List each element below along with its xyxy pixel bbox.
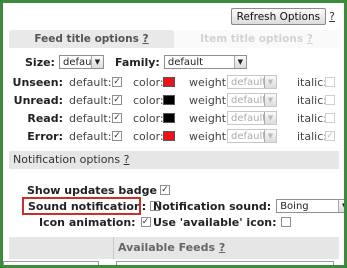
color-label: color: xyxy=(133,129,164,143)
weight-select-value: default xyxy=(231,76,264,88)
weight-select-value: default xyxy=(231,130,264,142)
family-label: Family: xyxy=(114,55,160,69)
italic-checkbox[interactable]: ✓ xyxy=(325,131,335,141)
color-swatch[interactable] xyxy=(163,95,175,105)
italic-checkbox[interactable] xyxy=(325,113,335,123)
italic-label: italic: xyxy=(297,75,327,89)
default-label: default: xyxy=(69,111,112,125)
weight-select-value: default xyxy=(231,112,264,124)
style-row-error: Error: default: ✓ color: weight: default… xyxy=(9,128,339,144)
tab-help-link[interactable]: ? xyxy=(143,33,149,45)
notification-sound-row: Notification sound: Boing ▼ xyxy=(153,199,344,213)
tab-help-link[interactable]: ? xyxy=(307,33,313,45)
italic-checkbox[interactable] xyxy=(325,77,335,87)
weight-select[interactable]: default ▼ xyxy=(227,75,277,89)
notification-help-link[interactable]: ? xyxy=(124,153,130,166)
italic-label: italic: xyxy=(297,129,327,143)
icon-animation-checkbox[interactable]: ✓ xyxy=(140,217,151,227)
weight-label: weight: xyxy=(189,129,230,143)
font-row: Size: default ▼ Family: default ▼ xyxy=(25,55,247,69)
notification-sound-label: Notification sound: xyxy=(153,199,272,213)
refresh-options-button[interactable]: Refresh Options xyxy=(230,8,327,25)
highlight-box xyxy=(22,197,141,215)
default-checkbox[interactable]: ✓ xyxy=(112,131,122,141)
show-updates-badge-row: Show updates badge ✓ xyxy=(27,183,170,197)
available-feeds-help-link[interactable]: ? xyxy=(219,241,225,254)
chevron-down-icon: ▼ xyxy=(264,94,276,106)
notification-options-header: Notification options ? xyxy=(9,151,339,169)
weight-select[interactable]: default ▼ xyxy=(227,129,277,143)
tab-label: Item title options xyxy=(200,33,304,45)
default-label: default: xyxy=(69,129,112,143)
color-swatch[interactable] xyxy=(163,131,175,141)
size-select-value: default xyxy=(62,56,91,68)
notification-sound-value: Boing xyxy=(280,200,309,212)
weight-select[interactable]: default ▼ xyxy=(227,93,277,107)
weight-select-value: default xyxy=(231,94,264,106)
feeds-left-list[interactable] xyxy=(3,261,99,265)
options-window: Refresh Options ? Feed title options ? I… xyxy=(0,0,347,268)
tab-item-title-options[interactable]: Item title options ? xyxy=(174,30,339,48)
available-feeds-title: Available Feeds xyxy=(118,241,216,254)
family-select[interactable]: default ▼ xyxy=(163,55,247,69)
notification-sound-select[interactable]: Boing ▼ xyxy=(276,199,344,213)
default-checkbox[interactable]: ✓ xyxy=(112,95,122,105)
available-feeds-header: Available Feeds ? xyxy=(9,237,339,259)
top-toolbar: Refresh Options ? xyxy=(230,8,335,25)
row-label: Unseen: xyxy=(12,75,63,89)
chevron-down-icon: ▼ xyxy=(264,76,276,88)
style-row-read: Read: default: ✓ color: weight: default … xyxy=(9,110,339,126)
row-label: Error: xyxy=(27,129,63,143)
weight-label: weight: xyxy=(189,93,230,107)
weight-label: weight: xyxy=(189,75,230,89)
use-available-icon-row: Use 'available' icon: xyxy=(153,215,291,229)
style-row-unread: Unread: default: ✓ color: weight: defaul… xyxy=(9,92,339,108)
icon-animation-label: Icon animation: xyxy=(39,215,136,229)
default-label: default: xyxy=(69,75,112,89)
default-label: default: xyxy=(69,93,112,107)
chevron-down-icon: ▼ xyxy=(233,56,246,68)
tab-feed-title-options[interactable]: Feed title options ? xyxy=(9,30,174,48)
italic-label: italic: xyxy=(297,93,327,107)
tab-bar: Feed title options ? Item title options … xyxy=(9,30,339,48)
default-checkbox[interactable]: ✓ xyxy=(112,77,122,87)
color-label: color: xyxy=(133,75,164,89)
available-feeds-title-cell: Available Feeds ? xyxy=(113,237,339,259)
show-updates-badge-checkbox[interactable]: ✓ xyxy=(159,185,170,195)
italic-label: italic: xyxy=(297,111,327,125)
feed-title-panel: Size: default ▼ Family: default ▼ Unseen… xyxy=(9,48,339,143)
color-label: color: xyxy=(133,93,164,107)
weight-label: weight: xyxy=(189,111,230,125)
tab-label: Feed title options xyxy=(34,33,139,45)
help-link[interactable]: ? xyxy=(329,10,335,23)
row-label: Unread: xyxy=(13,93,63,107)
chevron-down-icon: ▼ xyxy=(264,112,276,124)
style-row-unseen: Unseen: default: ✓ color: weight: defaul… xyxy=(9,74,339,90)
feeds-right-list[interactable] xyxy=(116,261,334,265)
color-swatch[interactable] xyxy=(163,113,175,123)
use-available-icon-checkbox[interactable] xyxy=(280,217,291,227)
family-select-value: default xyxy=(167,56,204,68)
size-select[interactable]: default ▼ xyxy=(58,55,104,69)
use-available-icon-label: Use 'available' icon: xyxy=(153,215,277,229)
chevron-down-icon: ▼ xyxy=(90,56,103,68)
row-label: Read: xyxy=(27,111,63,125)
notification-options-title: Notification options xyxy=(13,153,121,166)
italic-checkbox[interactable] xyxy=(325,95,335,105)
chevron-down-icon: ▼ xyxy=(338,200,344,212)
color-label: color: xyxy=(133,111,164,125)
show-updates-badge-label: Show updates badge xyxy=(27,183,157,197)
icon-animation-row: Icon animation: ✓ xyxy=(39,215,151,229)
color-swatch[interactable] xyxy=(163,77,175,87)
chevron-down-icon: ▼ xyxy=(264,130,276,142)
default-checkbox[interactable]: ✓ xyxy=(112,113,122,123)
weight-select[interactable]: default ▼ xyxy=(227,111,277,125)
size-label: Size: xyxy=(25,55,55,69)
